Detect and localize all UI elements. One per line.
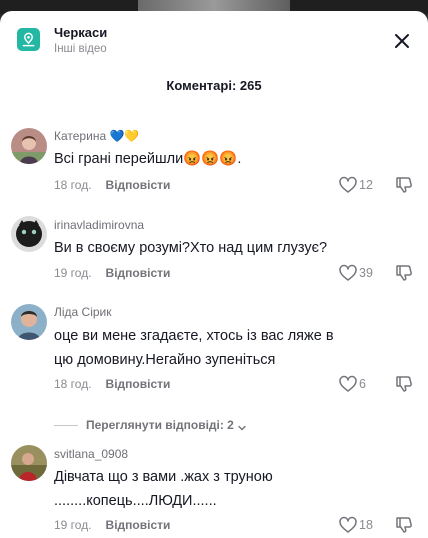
location-subtitle[interactable]: Інші відео	[54, 43, 107, 55]
comment-time: 18 год.	[54, 377, 92, 391]
comment-meta: 19 год. Відповісти	[54, 266, 170, 280]
comment-author[interactable]: Ліда Сірик	[54, 305, 112, 319]
thumbs-down-icon[interactable]	[394, 515, 414, 535]
comment-author[interactable]: svitlana_0908	[54, 447, 128, 461]
replies-divider	[54, 424, 78, 426]
comment-author[interactable]: irinavladimirovna	[54, 218, 144, 232]
like-count: 39	[359, 266, 373, 280]
thumbs-down-icon[interactable]	[394, 175, 414, 195]
comment-text: Ви в своєму розумі?Хто над цим глузує?	[54, 240, 328, 256]
reply-button[interactable]: Відповісти	[106, 266, 171, 280]
comment-meta: 19 год. Відповісти	[54, 518, 170, 532]
thumbs-down-icon[interactable]	[394, 374, 414, 394]
comment-text: оце ви мене згадаєте, хтось із вас ляже …	[54, 328, 334, 368]
avatar[interactable]	[11, 128, 47, 164]
comment-meta: 18 год. Відповісти	[54, 178, 170, 192]
reply-button[interactable]: Відповісти	[106, 518, 171, 532]
location-title[interactable]: Черкаси	[54, 25, 107, 40]
heart-outline-icon[interactable]	[338, 515, 358, 535]
location-header[interactable]: Черкаси Інші відео	[0, 11, 428, 71]
thumbs-down-icon[interactable]	[394, 263, 414, 283]
comment-meta: 18 год. Відповісти	[54, 377, 170, 391]
reply-button[interactable]: Відповісти	[106, 178, 171, 192]
comment-text: Всі грані перейшли😡😡😡.	[54, 151, 242, 167]
heart-outline-icon[interactable]	[338, 263, 358, 283]
close-icon[interactable]	[392, 31, 412, 51]
view-replies-button[interactable]: Переглянути відповіді: 2	[54, 417, 247, 433]
heart-outline-icon[interactable]	[338, 175, 358, 195]
comments-count: Коментарі: 265	[166, 78, 262, 93]
avatar[interactable]	[11, 445, 47, 481]
like-count: 18	[359, 518, 373, 532]
heart-outline-icon[interactable]	[338, 374, 358, 394]
avatar[interactable]	[11, 216, 47, 252]
view-replies-label[interactable]: Переглянути відповіді: 2	[86, 418, 234, 432]
reply-button[interactable]: Відповісти	[106, 377, 171, 391]
like-count: 6	[359, 377, 366, 391]
comment-author[interactable]: Катерина 💙💛	[54, 129, 139, 143]
comment-time: 18 год.	[54, 178, 92, 192]
chevron-down-icon	[237, 420, 247, 431]
comments-sheet: Черкаси Інші відео Коментарі: 265 Катери…	[0, 11, 428, 538]
comment-time: 19 год.	[54, 518, 92, 532]
avatar[interactable]	[11, 304, 47, 340]
location-pin-icon	[17, 28, 40, 51]
comment-time: 19 год.	[54, 266, 92, 280]
comment-text: Дівчата що з вами .жах з труною ........…	[54, 469, 273, 509]
like-count: 12	[359, 178, 373, 192]
